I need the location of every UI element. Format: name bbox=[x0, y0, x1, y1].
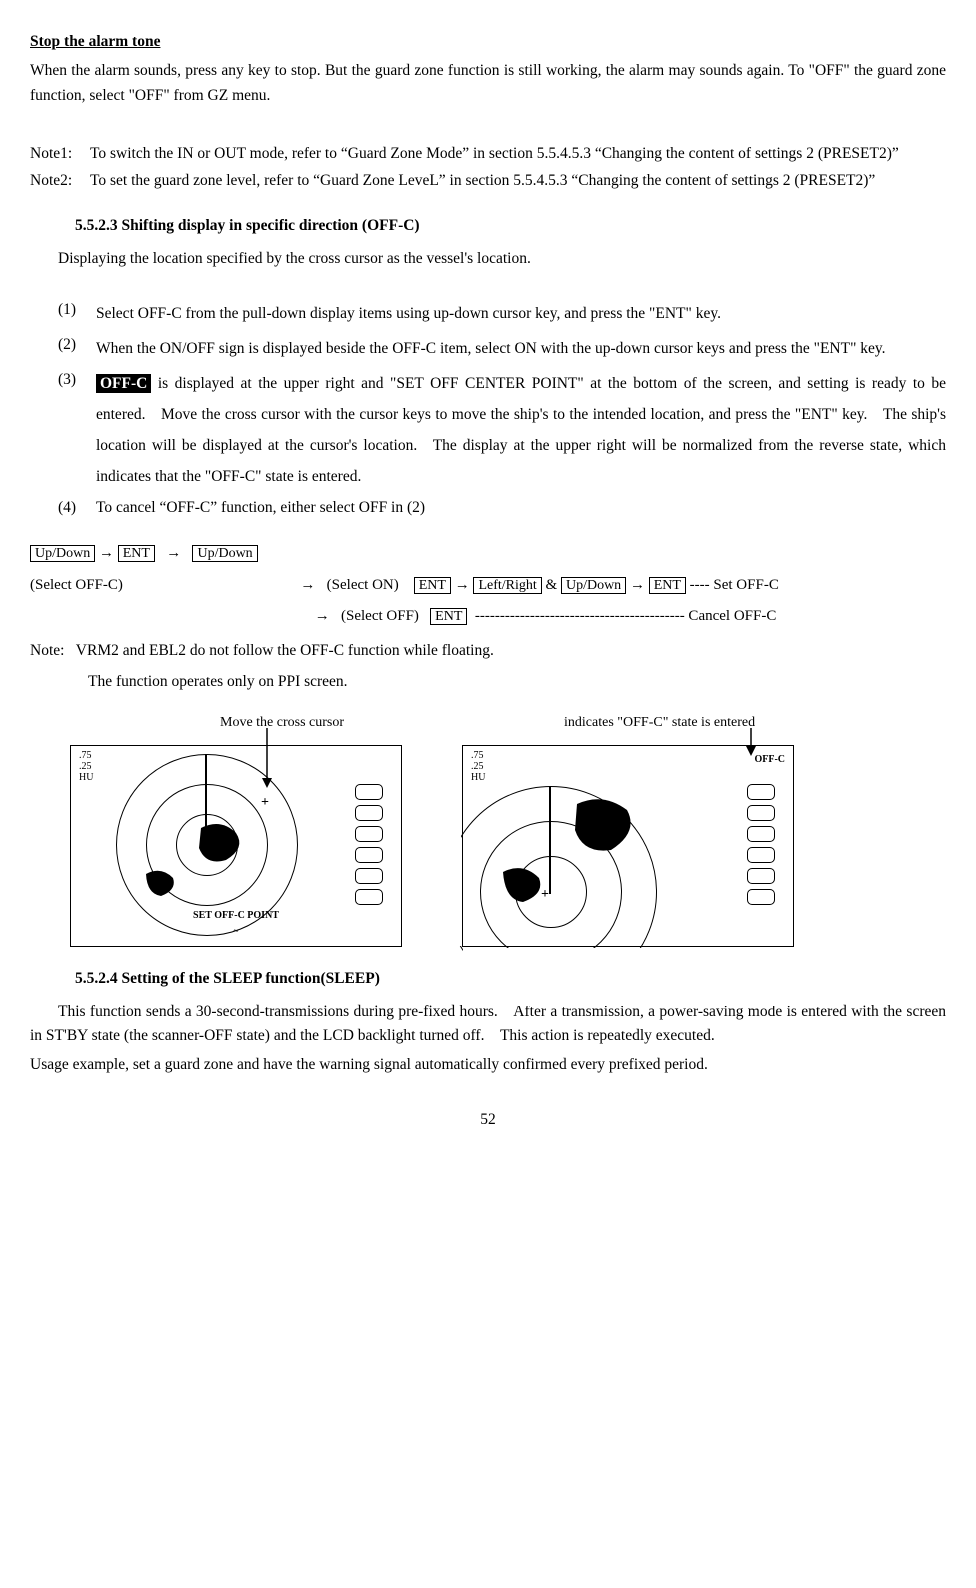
offc-badge: OFF-C bbox=[96, 374, 151, 393]
arrow-icon: → bbox=[99, 545, 114, 561]
sec-5524-p2: Usage example, set a guard zone and have… bbox=[30, 1053, 946, 1078]
step-text: OFF-C is displayed at the upper right an… bbox=[96, 368, 946, 492]
radar-left: .75 .25 HU + + SET OFF-C POINT ~ bbox=[70, 745, 402, 947]
key-ent: ENT bbox=[414, 577, 451, 594]
radar-corner-info: .75 .25 HU bbox=[79, 750, 93, 783]
note-text-1: VRM2 and EBL2 do not follow the OFF-C fu… bbox=[76, 642, 494, 659]
note1-text: To switch the IN or OUT mode, refer to “… bbox=[90, 142, 946, 167]
arrow-icon: → bbox=[455, 577, 470, 593]
radar-target-blob bbox=[191, 818, 251, 870]
key-updown: Up/Down bbox=[561, 577, 626, 594]
set-offc-point-label: SET OFF-C POINT bbox=[193, 910, 279, 921]
softkey-stack bbox=[747, 784, 775, 910]
note-label: Note: bbox=[30, 642, 64, 659]
step-num: (2) bbox=[58, 333, 96, 364]
key-ent: ENT bbox=[118, 545, 155, 562]
key-ent: ENT bbox=[649, 577, 686, 594]
step-2: (2) When the ON/OFF sign is displayed be… bbox=[58, 333, 946, 364]
step-1: (1) Select OFF-C from the pull-down disp… bbox=[58, 298, 946, 329]
key-updown: Up/Down bbox=[30, 545, 95, 562]
step-4: (4) To cancel “OFF-C” function, either s… bbox=[58, 496, 946, 521]
note2-row: Note2: To set the guard zone level, refe… bbox=[30, 169, 946, 194]
cross-cursor-icon: + bbox=[261, 792, 269, 814]
sec-5523-intro: Displaying the location specified by the… bbox=[58, 247, 946, 272]
set-offc-label: ---- Set OFF-C bbox=[690, 577, 779, 593]
pointer-arrow-icon bbox=[745, 728, 765, 756]
arrow-icon: → bbox=[300, 577, 315, 593]
arrow-icon: → bbox=[630, 577, 645, 593]
select-offc-label: (Select OFF-C) bbox=[30, 577, 123, 593]
note1-row: Note1: To switch the IN or OUT mode, ref… bbox=[30, 142, 946, 167]
radar-corner-info: .75 .25 HU bbox=[471, 750, 485, 783]
key-sequence: Up/Down → ENT → Up/Down (Select OFF-C) →… bbox=[30, 538, 946, 633]
note1-label: Note1: bbox=[30, 142, 90, 167]
softkey-stack bbox=[355, 784, 383, 910]
arrow-icon: → bbox=[166, 545, 181, 561]
sec-5523-title: 5.5.2.3 Shifting display in specific dir… bbox=[75, 214, 946, 239]
radar-target-blob bbox=[565, 792, 645, 860]
sec-5524-p1: This function sends a 30-second-transmis… bbox=[30, 1000, 946, 1050]
step-3: (3) OFF-C is displayed at the upper righ… bbox=[58, 368, 946, 492]
note-followup: Note: VRM2 and EBL2 do not follow the OF… bbox=[30, 639, 946, 664]
select-on-label: (Select ON) bbox=[327, 577, 399, 593]
arrow-icon: → bbox=[315, 608, 330, 624]
pointer-arrow-icon bbox=[261, 728, 281, 788]
cross-cursor-icon: + bbox=[541, 884, 549, 906]
diagram-label-right: indicates "OFF-C" state is entered bbox=[564, 712, 755, 734]
amp-label: & bbox=[546, 577, 558, 593]
select-off-label: (Select OFF) bbox=[341, 608, 419, 624]
cross-cursor-icon: + bbox=[157, 874, 165, 896]
tilde-label: ~ bbox=[233, 926, 238, 937]
key-leftright: Left/Right bbox=[473, 577, 541, 594]
note2-label: Note2: bbox=[30, 169, 90, 194]
note2-text: To set the guard zone level, refer to “G… bbox=[90, 169, 946, 194]
stop-alarm-text: When the alarm sounds, press any key to … bbox=[30, 59, 946, 109]
diagrams-row: .75 .25 HU + + SET OFF-C POINT ~ bbox=[70, 745, 946, 947]
diagram-label-left: Move the cross cursor bbox=[220, 712, 344, 734]
radar-right: .75 .25 HU OFF-C + bbox=[462, 745, 794, 947]
step-text: When the ON/OFF sign is displayed beside… bbox=[96, 333, 946, 364]
key-updown: Up/Down bbox=[192, 545, 257, 562]
stop-alarm-heading: Stop the alarm tone bbox=[30, 30, 946, 55]
page-number: 52 bbox=[30, 1108, 946, 1133]
step3-rest: is displayed at the upper right and "SET… bbox=[96, 375, 946, 485]
note-text-2: The function operates only on PPI screen… bbox=[88, 670, 946, 695]
cancel-offc-label: ----------------------------------------… bbox=[475, 608, 776, 624]
step-num: (4) bbox=[58, 496, 96, 521]
diagram-labels-row: Move the cross cursor indicates "OFF-C" … bbox=[70, 712, 946, 734]
step-num: (3) bbox=[58, 368, 96, 492]
step-text: To cancel “OFF-C” function, either selec… bbox=[96, 496, 946, 521]
key-ent: ENT bbox=[430, 608, 467, 625]
step-num: (1) bbox=[58, 298, 96, 329]
step-text: Select OFF-C from the pull-down display … bbox=[96, 298, 946, 329]
